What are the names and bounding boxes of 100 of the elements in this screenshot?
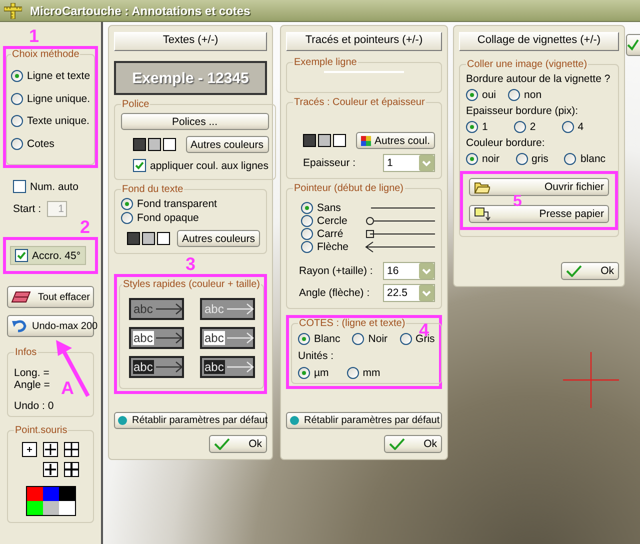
crosshair-cursor-icon[interactable] (22, 442, 37, 457)
color-swatch[interactable] (133, 138, 146, 151)
ok-button[interactable]: Ok (561, 262, 619, 280)
group-title: Coller une image (vignette) (466, 59, 588, 70)
color-swatch[interactable] (318, 134, 331, 147)
radio-button[interactable] (11, 138, 23, 150)
group-title: Police (121, 99, 150, 110)
radio-button[interactable] (301, 202, 313, 214)
radio-button[interactable] (298, 367, 310, 379)
dropdown[interactable]: 16 (383, 262, 435, 280)
start-label: Start : (13, 203, 42, 215)
square-end-line-icon (365, 229, 435, 239)
checkbox[interactable] (13, 180, 26, 193)
option-label: Ligne et texte (27, 70, 90, 82)
group-title: Tracés : Couleur et épaisseur (293, 97, 426, 108)
radio-button[interactable] (564, 153, 576, 165)
quick-style-button[interactable]: abc (128, 298, 184, 320)
dot-icon (118, 416, 127, 425)
panel-header-button[interactable]: Tracés et pointeurs (+/-) (286, 32, 442, 51)
color-swatch[interactable] (42, 501, 58, 515)
quick-style-button[interactable]: abc (200, 327, 254, 349)
option-label: blanc (580, 153, 606, 165)
panel-header-button[interactable]: Collage de vignettes (+/-) (459, 32, 619, 51)
option-label: 1 (482, 121, 488, 133)
more-colors-button[interactable]: Autres coul. (356, 132, 435, 149)
fonts-button[interactable]: Polices ... (121, 113, 268, 130)
radio-button[interactable] (301, 228, 313, 240)
option-label: Texte unique. (27, 115, 90, 128)
radio-button[interactable] (11, 115, 23, 128)
color-swatch[interactable] (58, 501, 74, 515)
quick-style-button[interactable]: abc (128, 327, 184, 349)
palette-icon (360, 136, 371, 146)
crosshair-cursor-icon[interactable] (42, 462, 58, 477)
option-label: Fond transparent (137, 198, 217, 210)
color-swatch[interactable] (26, 487, 42, 501)
more-colors-button[interactable]: Autres couleurs (186, 136, 268, 153)
radio-button[interactable] (466, 121, 478, 133)
option-label: oui (482, 89, 496, 101)
option-label: Flèche (317, 241, 349, 253)
color-swatch[interactable] (58, 487, 74, 501)
radio-button[interactable] (121, 198, 133, 210)
thickness-label: Epaisseur : (303, 157, 356, 169)
radio-button[interactable] (301, 215, 313, 227)
radio-button[interactable] (400, 333, 412, 345)
radio-button[interactable] (298, 333, 310, 345)
option-label: noir (482, 153, 500, 165)
radio-button[interactable] (346, 367, 359, 379)
radio-button[interactable] (466, 89, 478, 101)
group-title: Pointeur (début de ligne) (293, 183, 405, 194)
radio-button[interactable] (562, 121, 574, 133)
grid-cursor-icon[interactable] (64, 442, 79, 457)
dropdown[interactable]: 1 (383, 154, 435, 172)
ok-button[interactable]: Ok (384, 435, 442, 453)
option-label: Carré (317, 228, 344, 240)
color-swatch[interactable] (303, 134, 316, 147)
radio-button[interactable] (352, 333, 364, 345)
color-swatch[interactable] (42, 487, 58, 501)
quick-style-button[interactable]: abc (200, 356, 254, 378)
crosshair-cursor-icon[interactable] (43, 442, 58, 457)
checkbox[interactable] (133, 159, 146, 172)
radio-button[interactable] (11, 92, 23, 105)
radio-button[interactable] (508, 89, 520, 101)
dot-icon (290, 416, 299, 425)
radio-button[interactable] (121, 212, 133, 224)
option-label: Noir (368, 333, 388, 345)
option-label: µm (314, 367, 329, 379)
radio-button[interactable] (301, 241, 313, 253)
more-colors-button[interactable]: Autres couleurs (177, 230, 260, 247)
checkbox-label: appliquer coul. aux lignes (150, 160, 268, 172)
panel-header-button[interactable]: Textes (+/-) (114, 32, 267, 51)
color-swatch[interactable] (127, 232, 140, 245)
color-swatch[interactable] (157, 232, 170, 245)
clipboard-button[interactable]: Presse papier (469, 205, 609, 223)
radio-button[interactable] (466, 153, 478, 165)
ok-button[interactable]: Ok (209, 435, 267, 453)
color-swatch[interactable] (333, 134, 346, 147)
color-swatch[interactable] (148, 138, 161, 151)
radio-button[interactable] (514, 121, 526, 133)
open-file-button[interactable]: Ouvrir fichier (469, 178, 609, 196)
circle-end-line-icon (365, 216, 435, 226)
radio-button[interactable] (516, 153, 528, 165)
radio-button[interactable] (11, 70, 23, 82)
callout-number: 1 (29, 26, 40, 46)
checkbox[interactable] (15, 249, 28, 262)
reset-button[interactable]: Rétablir paramètres par défaut (286, 412, 442, 429)
snap-toggle[interactable]: Accro. 45° (10, 246, 86, 265)
clear-button[interactable]: Tout effacer (7, 286, 94, 308)
grid-cursor-icon[interactable] (64, 462, 78, 477)
dropdown[interactable]: 22.5 (383, 284, 435, 302)
check-icon (214, 438, 230, 450)
chevron-icon (419, 285, 434, 301)
chevron-icon (419, 263, 434, 279)
color-swatch[interactable] (26, 501, 42, 515)
color-swatch[interactable] (163, 138, 176, 151)
color-swatch[interactable] (142, 232, 155, 245)
text-preview: Exemple - 12345 (114, 61, 267, 95)
width-label: Epaisseur bordure (pix): (466, 105, 580, 117)
reset-button[interactable]: Rétablir paramètres par défaut (114, 412, 267, 429)
quick-style-button[interactable]: abc (128, 356, 184, 378)
callout-number: 2 (80, 217, 90, 237)
